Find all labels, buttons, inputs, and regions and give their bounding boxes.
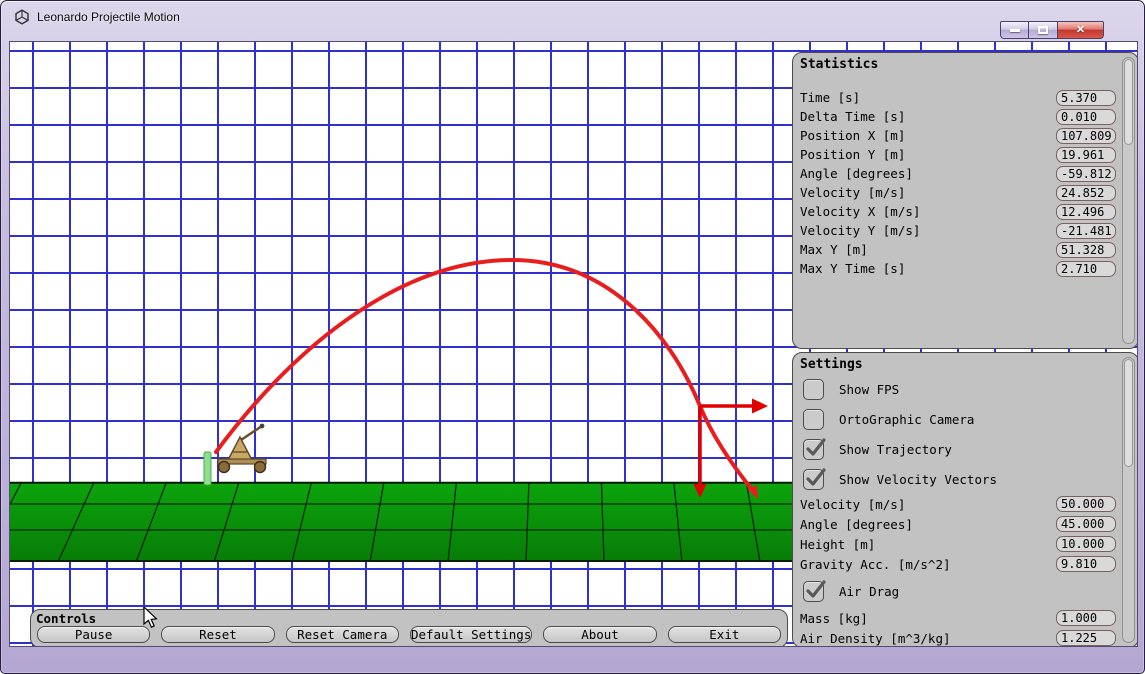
- settings-title: Settings: [800, 357, 863, 372]
- statistics-scrollbar[interactable]: [1122, 57, 1135, 344]
- game-viewport[interactable]: Statistics Time [s] 5.370 Delta Time [s]…: [9, 41, 1138, 647]
- field-label: Height [m]: [800, 536, 876, 552]
- statistics-title: Statistics: [800, 57, 879, 72]
- stat-row-velocity-x: Velocity X [m/s] 12.496: [793, 202, 1137, 221]
- stat-label: Velocity [m/s]: [800, 185, 906, 200]
- toggle-label: Show FPS: [839, 381, 900, 397]
- stat-value: 19.961: [1056, 146, 1116, 163]
- field-label: Gravity Acc. [m/s^2]: [800, 556, 951, 572]
- stat-label: Time [s]: [800, 90, 861, 105]
- stat-row-max-y-time: Max Y Time [s] 2.710: [793, 259, 1137, 278]
- field-label: Velocity [m/s]: [800, 496, 906, 512]
- stat-value: 2.710: [1056, 260, 1116, 277]
- stat-row-velocity-y: Velocity Y [m/s] -21.481: [793, 221, 1137, 240]
- settings-panel: Settings Show FPS OrtoGraphic Camera Sho…: [792, 352, 1137, 646]
- toggle-show-velocity-vectors[interactable]: Show Velocity Vectors: [793, 464, 1137, 494]
- close-icon: ✕: [1075, 23, 1086, 36]
- stat-label: Position Y [m]: [800, 147, 906, 162]
- height-input[interactable]: 10.000: [1056, 536, 1116, 552]
- stat-row-max-y: Max Y [m] 51.328: [793, 240, 1137, 259]
- field-angle: Angle [degrees] 45.000: [793, 514, 1137, 534]
- check-icon: [806, 579, 826, 598]
- toggle-label: Show Trajectory: [839, 441, 952, 457]
- stat-value: -21.481: [1056, 222, 1116, 239]
- mass-input[interactable]: 1.000: [1056, 610, 1116, 626]
- stat-value: 12.496: [1056, 203, 1116, 220]
- stat-row-delta-time: Delta Time [s] 0.010: [793, 107, 1137, 126]
- settings-scrollbar-thumb[interactable]: [1124, 359, 1133, 467]
- reset-button[interactable]: Reset: [161, 626, 275, 643]
- stat-label: Position X [m]: [800, 128, 906, 143]
- check-icon: [806, 467, 826, 486]
- controls-title: Controls: [36, 611, 97, 626]
- stat-row-position-y: Position Y [m] 19.961: [793, 145, 1137, 164]
- toggle-label: Air Drag: [839, 583, 900, 599]
- toggle-label: OrtoGraphic Camera: [839, 411, 975, 427]
- show-velocity-vectors-checkbox[interactable]: [803, 467, 826, 490]
- window-title: Leonardo Projectile Motion: [37, 10, 180, 24]
- stat-row-velocity: Velocity [m/s] 24.852: [793, 183, 1137, 202]
- exit-button[interactable]: Exit: [667, 626, 781, 643]
- settings-scrollbar[interactable]: [1122, 357, 1135, 643]
- stat-value: 51.328: [1056, 241, 1116, 258]
- stat-value: 24.852: [1056, 184, 1116, 201]
- statistics-scrollbar-thumb[interactable]: [1124, 59, 1133, 145]
- minimize-button[interactable]: [1000, 21, 1029, 39]
- toggle-show-trajectory[interactable]: Show Trajectory: [793, 434, 1137, 464]
- stat-value: -59.812: [1056, 165, 1116, 182]
- toggle-label: Show Velocity Vectors: [839, 471, 998, 487]
- toggle-air-drag[interactable]: Air Drag: [793, 574, 1137, 608]
- maximize-icon: [1038, 26, 1048, 34]
- about-button[interactable]: About: [543, 626, 657, 643]
- close-button[interactable]: ✕: [1058, 21, 1104, 39]
- stat-row-position-x: Position X [m] 107.809: [793, 126, 1137, 145]
- air-drag-checkbox[interactable]: [803, 579, 826, 602]
- field-gravity: Gravity Acc. [m/s^2] 9.810: [793, 554, 1137, 574]
- stat-row-time: Time [s] 5.370: [793, 88, 1137, 107]
- unity-icon: [15, 9, 29, 25]
- stat-label: Delta Time [s]: [800, 109, 906, 124]
- mouse-cursor: [143, 607, 158, 628]
- stat-label: Max Y Time [s]: [800, 261, 906, 276]
- titlebar[interactable]: Leonardo Projectile Motion ✕: [1, 1, 1144, 41]
- stat-value: 5.370: [1056, 89, 1116, 106]
- stat-label: Velocity Y [m/s]: [800, 223, 921, 238]
- field-label: Air Density [m^3/kg]: [800, 630, 951, 646]
- statistics-panel: Statistics Time [s] 5.370 Delta Time [s]…: [792, 52, 1137, 349]
- stat-label: Velocity X [m/s]: [800, 204, 921, 219]
- gravity-input[interactable]: 9.810: [1056, 556, 1116, 572]
- maximize-button[interactable]: [1029, 21, 1058, 39]
- orthographic-camera-checkbox[interactable]: [803, 408, 824, 430]
- field-velocity: Velocity [m/s] 50.000: [793, 494, 1137, 514]
- app-window: Leonardo Projectile Motion ✕ Statistics …: [0, 0, 1145, 674]
- minimize-icon: [1009, 28, 1020, 32]
- statistics-body: Time [s] 5.370 Delta Time [s] 0.010 Posi…: [793, 88, 1137, 278]
- reset-camera-button[interactable]: Reset Camera: [285, 626, 399, 643]
- default-settings-button[interactable]: Default Settings: [409, 626, 533, 643]
- stat-value: 107.809: [1056, 127, 1116, 144]
- field-label: Mass [kg]: [800, 610, 868, 626]
- stat-label: Angle [degrees]: [800, 166, 913, 181]
- stat-row-angle: Angle [degrees] -59.812: [793, 164, 1137, 183]
- toggle-show-fps[interactable]: Show FPS: [793, 374, 1137, 404]
- show-trajectory-checkbox[interactable]: [803, 437, 826, 460]
- show-fps-checkbox[interactable]: [803, 378, 824, 400]
- field-air-density: Air Density [m^3/kg] 1.225: [793, 628, 1137, 646]
- field-label: Angle [degrees]: [800, 516, 913, 532]
- angle-input[interactable]: 45.000: [1056, 516, 1116, 532]
- check-icon: [806, 437, 826, 456]
- field-mass: Mass [kg] 1.000: [793, 608, 1137, 628]
- stat-value: 0.010: [1056, 108, 1116, 125]
- toggle-orthographic-camera[interactable]: OrtoGraphic Camera: [793, 404, 1137, 434]
- air-density-input[interactable]: 1.225: [1056, 630, 1116, 646]
- field-height: Height [m] 10.000: [793, 534, 1137, 554]
- velocity-input[interactable]: 50.000: [1056, 496, 1116, 512]
- stat-label: Max Y [m]: [800, 242, 868, 257]
- window-controls: ✕: [1000, 21, 1104, 39]
- pause-button[interactable]: Pause: [37, 626, 151, 643]
